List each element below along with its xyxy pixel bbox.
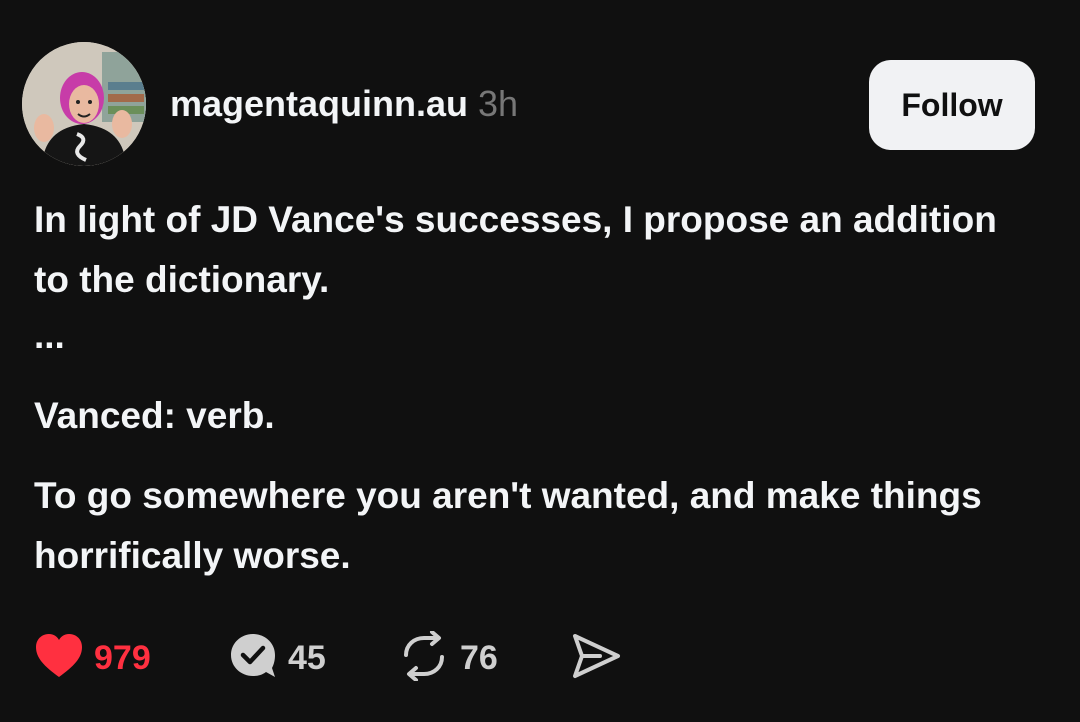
repost-button[interactable]: 76	[398, 629, 498, 686]
timestamp: 3h	[478, 83, 519, 124]
action-bar: 979 45 76	[34, 629, 734, 686]
post-header: magentaquinn.au 3h Follow	[22, 42, 1035, 168]
follow-button[interactable]: Follow	[869, 60, 1035, 150]
post-paragraph: ...	[34, 315, 65, 356]
post-paragraph: Vanced: verb.	[34, 395, 275, 436]
heart-icon	[34, 633, 84, 684]
post-body: In light of JD Vance's successes, I prop…	[34, 190, 1014, 586]
repost-count: 76	[460, 638, 498, 677]
reply-count: 45	[288, 638, 326, 677]
share-icon	[570, 631, 622, 686]
post-paragraph: To go somewhere you aren't wanted, and m…	[34, 475, 982, 576]
username[interactable]: magentaquinn.au	[170, 83, 468, 124]
reply-button[interactable]: 45	[228, 630, 326, 686]
post-paragraph: In light of JD Vance's successes, I prop…	[34, 199, 997, 300]
like-button[interactable]: 979	[34, 630, 151, 686]
author-line: magentaquinn.au 3h	[170, 82, 518, 126]
like-count: 979	[94, 638, 151, 677]
repost-icon	[398, 629, 450, 686]
reply-bubble-icon	[228, 631, 278, 686]
share-button[interactable]	[570, 630, 622, 686]
avatar[interactable]	[22, 42, 146, 166]
post: magentaquinn.au 3h Follow In light of JD …	[0, 0, 1080, 722]
